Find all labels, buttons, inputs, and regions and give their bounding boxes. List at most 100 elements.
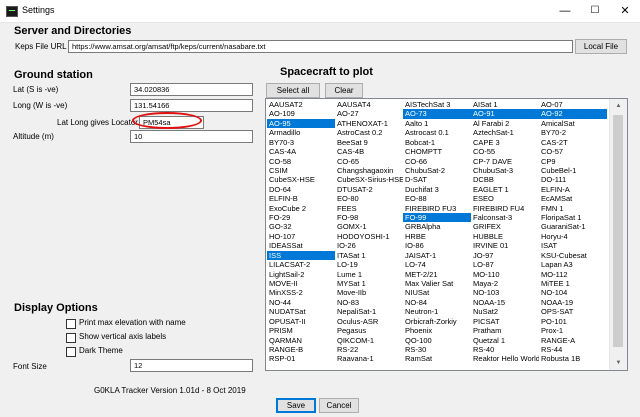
spacecraft-item[interactable]: FMN 1 [539,204,607,213]
spacecraft-item[interactable]: Oculus-ASR [335,317,403,326]
altitude-input[interactable]: 10 [130,130,253,143]
spacecraft-item[interactable]: Changshagaoxin [335,166,403,175]
spacecraft-item[interactable]: Al Farabi 2 [471,119,539,128]
spacecraft-item[interactable]: EcAMSat [539,194,607,203]
long-input[interactable]: 131.54166 [130,99,253,112]
spacecraft-item[interactable]: MinXSS-2 [267,288,335,297]
spacecraft-item[interactable]: Falconsat-3 [471,213,539,222]
spacecraft-item[interactable]: Max Valier Sat [403,279,471,288]
spacecraft-item[interactable]: Move-IIb [335,288,403,297]
cancel-button[interactable]: Cancel [319,398,359,413]
spacecraft-list[interactable]: AAUSAT2 AAUSAT4 AISTechSat 3 AISat 1 AO-07 AO… [265,98,628,371]
spacecraft-item[interactable]: RamSat [403,354,471,363]
spacecraft-item[interactable]: AO-07 [539,100,607,109]
spacecraft-item[interactable]: AISTechSat 3 [403,100,471,109]
spacecraft-item[interactable]: BY70-3 [267,138,335,147]
scroll-down-icon[interactable]: ▼ [610,356,627,370]
spacecraft-item[interactable]: IRVINE 01 [471,241,539,250]
spacecraft-item[interactable]: FO-29 [267,213,335,222]
spacecraft-item[interactable]: ISS [267,250,335,261]
spacecraft-item[interactable]: EAGLET 1 [471,185,539,194]
spacecraft-item[interactable]: NO-83 [335,298,403,307]
spacecraft-item[interactable]: DO-111 [539,175,607,184]
spacecraft-item[interactable]: CHOMPTT [403,147,471,156]
spacecraft-item[interactable]: DCBB [471,175,539,184]
spacecraft-item[interactable]: Bobcat-1 [403,138,471,147]
spacecraft-item[interactable]: LO-87 [471,260,539,269]
spacecraft-item[interactable]: CAPE 3 [471,138,539,147]
spacecraft-item[interactable]: NOAA-19 [539,298,607,307]
spacecraft-item[interactable]: CubeBel-1 [539,166,607,175]
spacecraft-item[interactable]: NOAA-15 [471,298,539,307]
spacecraft-item[interactable]: PRISM [267,326,335,335]
list-scrollbar[interactable]: ▲ ▼ [609,99,627,370]
spacecraft-item[interactable]: ExoCube 2 [267,204,335,213]
spacecraft-item[interactable]: IDEASSat [267,241,335,250]
show-vertical-checkbox[interactable] [66,333,76,343]
spacecraft-item[interactable]: MO-112 [539,270,607,279]
spacecraft-item[interactable]: MET-2/21 [403,270,471,279]
spacecraft-item[interactable]: AO-73 [403,109,471,119]
spacecraft-item[interactable]: MiTEE 1 [539,279,607,288]
spacecraft-item[interactable]: ISAT [539,241,607,250]
font-size-input[interactable]: 12 [130,359,253,372]
spacecraft-item[interactable]: QO-100 [403,336,471,345]
spacecraft-item[interactable]: NO-84 [403,298,471,307]
clear-button[interactable]: Clear [325,83,363,98]
spacecraft-item[interactable]: IO-26 [335,241,403,250]
spacecraft-item[interactable]: Neutron-1 [403,307,471,316]
spacecraft-item[interactable]: LightSail-2 [267,270,335,279]
spacecraft-item[interactable]: LO-74 [403,260,471,269]
spacecraft-item[interactable]: NIUSat [403,288,471,297]
spacecraft-item[interactable]: PICSAT [471,317,539,326]
print-max-checkbox[interactable] [66,319,76,329]
spacecraft-item[interactable]: BeeSat 9 [335,138,403,147]
spacecraft-item[interactable]: AO-109 [267,109,335,118]
spacecraft-item[interactable]: AAUSAT4 [335,100,403,109]
spacecraft-item[interactable]: Duchifat 3 [403,185,471,194]
spacecraft-item[interactable]: CubeSX-HSE [267,175,335,184]
spacecraft-item[interactable]: AztechSat-1 [471,128,539,137]
spacecraft-item[interactable]: OPUSAT-II [267,317,335,326]
spacecraft-item[interactable]: NuSat2 [471,307,539,316]
spacecraft-item[interactable]: CAS-4A [267,147,335,156]
spacecraft-item[interactable]: D-SAT [403,175,471,184]
spacecraft-item[interactable]: LILACSAT-2 [267,260,335,269]
spacecraft-item[interactable]: QIKCOM-1 [335,336,403,345]
spacecraft-item[interactable]: FloripaSat 1 [539,213,607,222]
dark-theme-checkbox[interactable] [66,347,76,357]
keps-url-input[interactable]: https://www.amsat.org/amsat/ftp/keps/cur… [68,40,573,53]
spacecraft-item[interactable]: Reaktor Hello World [471,354,539,363]
spacecraft-item[interactable]: CP9 [539,157,607,166]
spacecraft-item[interactable]: CSIM [267,166,335,175]
spacecraft-item[interactable]: AISat 1 [471,100,539,109]
spacecraft-item[interactable]: ChubuSat-2 [403,166,471,175]
spacecraft-item[interactable]: Robusta 1B [539,354,607,363]
spacecraft-item[interactable]: GRIFEX [471,222,539,231]
spacecraft-item[interactable]: Lapan A3 [539,260,607,269]
spacecraft-item[interactable]: CO-58 [267,157,335,166]
spacecraft-item[interactable]: Lume 1 [335,270,403,279]
spacecraft-item[interactable]: NO-104 [539,288,607,297]
spacecraft-item[interactable]: AmicalSat [539,119,607,128]
spacecraft-item[interactable]: CAS-4B [335,147,403,156]
spacecraft-item[interactable]: CubeSX-Sirius-HSE [335,175,403,184]
spacecraft-item[interactable]: Phoenix [403,326,471,335]
spacecraft-item[interactable]: NO-103 [471,288,539,297]
spacecraft-item[interactable]: CAS-2T [539,138,607,147]
spacecraft-item[interactable]: NUDATSat [267,307,335,316]
spacecraft-item[interactable]: HRBE [403,232,471,241]
spacecraft-item[interactable]: EO-88 [403,194,471,203]
spacecraft-item[interactable]: AO-27 [335,109,403,118]
spacecraft-item[interactable]: RANGE-B [267,345,335,354]
spacecraft-item[interactable]: CO-66 [403,157,471,166]
spacecraft-item[interactable]: RS-44 [539,345,607,354]
spacecraft-item[interactable]: RSP-01 [267,354,335,363]
spacecraft-item[interactable]: GO-32 [267,222,335,231]
lat-input[interactable]: 34.020836 [130,83,253,96]
spacecraft-item[interactable]: AO-95 [267,118,335,129]
spacecraft-item[interactable]: FIREBIRD FU4 [471,204,539,213]
spacecraft-item[interactable]: GRBAlpha [403,222,471,231]
spacecraft-item[interactable]: Pratham [471,326,539,335]
spacecraft-item[interactable]: Prox-1 [539,326,607,335]
